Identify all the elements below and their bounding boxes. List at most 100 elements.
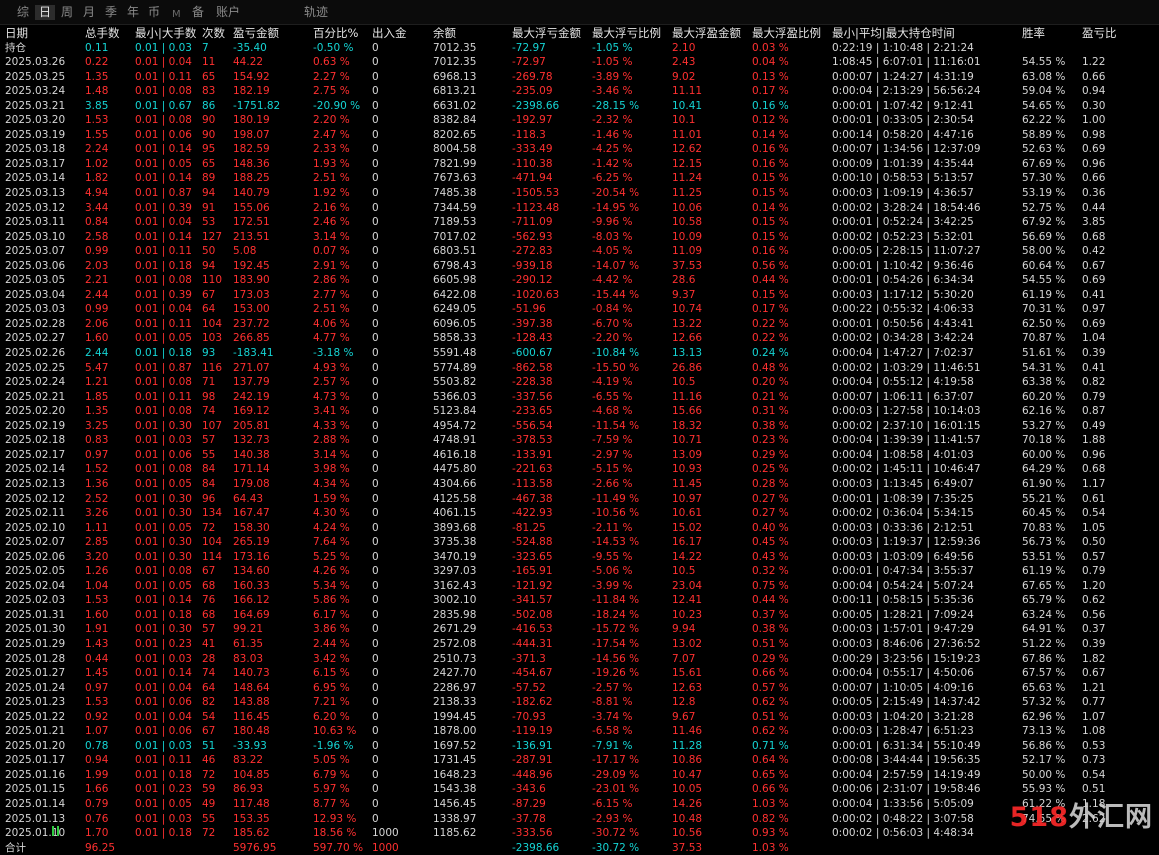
cell-min-max-lots: 0.01 | 0.05 (135, 157, 192, 170)
tab-summary[interactable]: 综 (17, 5, 29, 20)
table-row[interactable]: 2025.02.11 3.26 0.01 | 0.30 134 167.47 4.30 %… (0, 506, 1159, 521)
table-row[interactable]: 2025.02.25 5.47 0.01 | 0.87 116 271.07 4.93 %… (0, 361, 1159, 376)
cell-balance: 2427.70 (433, 667, 477, 680)
tab-month[interactable]: 月 (83, 5, 95, 20)
table-row[interactable]: 2025.02.26 2.44 0.01 | 0.18 93 -183.41 -3.18 … (0, 346, 1159, 361)
table-row[interactable]: 2025.01.28 0.44 0.01 | 0.03 28 83.03 3.42 % 0 2… (0, 652, 1159, 667)
table-row[interactable]: 2025.03.25 1.35 0.01 | 0.11 65 154.92 2.27 % 0… (0, 70, 1159, 85)
table-row[interactable]: 2025.01.14 0.79 0.01 | 0.05 49 117.48 8.77 % 0… (0, 797, 1159, 812)
table-row[interactable]: 2025.03.04 2.44 0.01 | 0.39 67 173.03 2.77 % 0… (0, 288, 1159, 303)
tab-trajectory[interactable]: 轨迹 (304, 5, 328, 20)
col-header-win-rate[interactable]: 胜率 (1017, 26, 1077, 41)
cell-percent: 6.79 % (313, 768, 350, 781)
cell-max-floating-loss: -862.58 (512, 361, 553, 374)
table-row[interactable]: 2025.03.14 1.82 0.01 | 0.14 89 188.25 2.51 % 0… (0, 171, 1159, 186)
table-row[interactable]: 2025.03.17 1.02 0.01 | 0.05 65 148.36 1.93 % 0… (0, 157, 1159, 172)
table-row[interactable]: 2025.02.03 1.53 0.01 | 0.14 76 166.12 5.86 % 0… (0, 593, 1159, 608)
tab-m[interactable]: M (172, 7, 181, 22)
tab-notes[interactable]: 备 (192, 5, 204, 20)
table-row[interactable]: 2025.02.20 1.35 0.01 | 0.08 74 169.12 3.41 % 0… (0, 404, 1159, 419)
table-row[interactable]: 2025.01.17 0.94 0.01 | 0.11 46 83.22 5.05 % 0 1… (0, 753, 1159, 768)
table-row[interactable]: 2025.01.15 1.66 0.01 | 0.23 59 86.93 5.97 % 0 1… (0, 782, 1159, 797)
col-header-profit-factor[interactable]: 盈亏比 (1077, 26, 1159, 41)
table-row[interactable]: 2025.02.17 0.97 0.01 | 0.06 55 140.38 3.14 % 0… (0, 448, 1159, 463)
table-row[interactable]: 2025.01.13 0.76 0.01 | 0.03 55 153.35 12.93 %… (0, 812, 1159, 827)
cell-win-rate: 67.86 % (1022, 652, 1066, 665)
table-row[interactable]: 2025.01.10 1.70 0.01 | 0.18 72 185.62 18.56 %… (0, 826, 1159, 841)
table-row[interactable]: 2025.01.16 1.99 0.01 | 0.18 72 104.85 6.79 % 0… (0, 768, 1159, 783)
tab-week[interactable]: 周 (61, 5, 73, 20)
col-header-max-floating-profit[interactable]: 最大浮盈金额 (667, 26, 747, 41)
table-row[interactable]: 2025.01.23 1.53 0.01 | 0.06 82 143.88 7.21 % 0… (0, 695, 1159, 710)
col-header-max-floating-profit-ratio[interactable]: 最大浮盈比例 (747, 26, 827, 41)
table-row[interactable]: 2025.03.20 1.53 0.01 | 0.08 90 180.19 2.20 % 0… (0, 113, 1159, 128)
cell-pnl: 173.16 (233, 550, 270, 563)
table-row[interactable]: 2025.02.12 2.52 0.01 | 0.30 96 64.43 1.59 % 0 4… (0, 492, 1159, 507)
table-row[interactable]: 2025.02.14 1.52 0.01 | 0.08 84 171.14 3.98 % 0… (0, 462, 1159, 477)
col-header-date[interactable]: 日期 (0, 26, 80, 41)
tab-quarter[interactable]: 季 (105, 5, 117, 20)
col-header-holding-time[interactable]: 最小|平均|最大持仓时间 (827, 26, 1017, 41)
tab-currency[interactable]: 币 (148, 5, 160, 20)
col-header-min-max-lots[interactable]: 最小|大手数 (130, 26, 197, 41)
table-row[interactable]: 2025.03.21 3.85 0.01 | 0.67 86 -1751.82 -20.9… (0, 99, 1159, 114)
table-row[interactable]: 2025.03.03 0.99 0.01 | 0.04 64 153.00 2.51 % 0… (0, 302, 1159, 317)
table-row[interactable]: 2025.03.13 4.94 0.01 | 0.87 94 140.79 1.92 % 0… (0, 186, 1159, 201)
cell-max-floating-profit-ratio: 0.14 % (752, 128, 789, 141)
table-row[interactable]: 2025.03.11 0.84 0.01 | 0.04 53 172.51 2.46 % 0… (0, 215, 1159, 230)
table-row[interactable]: 2025.01.29 1.43 0.01 | 0.23 41 61.35 2.44 % 0 2… (0, 637, 1159, 652)
cell-max-floating-profit-ratio: 0.66 % (752, 667, 789, 680)
holding-row[interactable]: 持仓 0.11 0.01 | 0.03 7 -35.40 -0.50 % 0 7… (0, 41, 1159, 56)
table-row[interactable]: 2025.01.30 1.91 0.01 | 0.30 57 99.21 3.86 % 0 2… (0, 622, 1159, 637)
col-header-balance[interactable]: 余额 (428, 26, 507, 41)
tab-account[interactable]: 账户 (216, 5, 240, 20)
table-row[interactable]: 2025.02.07 2.85 0.01 | 0.30 104 265.19 7.64 %… (0, 535, 1159, 550)
cell-max-floating-loss-ratio: -0.84 % (592, 303, 633, 316)
table-row[interactable]: 2025.03.10 2.58 0.01 | 0.14 127 213.51 3.14 %… (0, 230, 1159, 245)
table-row[interactable]: 2025.03.18 2.24 0.01 | 0.14 95 182.59 2.33 % 0… (0, 142, 1159, 157)
col-header-max-floating-loss[interactable]: 最大浮亏金额 (507, 26, 587, 41)
col-header-percent[interactable]: 百分比% (308, 26, 367, 41)
table-row[interactable]: 2025.02.10 1.11 0.01 | 0.05 72 158.30 4.24 % 0… (0, 521, 1159, 536)
table-row[interactable]: 2025.02.27 1.60 0.01 | 0.05 103 266.85 4.77 %… (0, 331, 1159, 346)
table-row[interactable]: 2025.01.24 0.97 0.01 | 0.04 64 148.64 6.95 % 0… (0, 681, 1159, 696)
table-row[interactable]: 2025.03.05 2.21 0.01 | 0.08 110 183.90 2.86 %… (0, 273, 1159, 288)
col-header-count[interactable]: 次数 (197, 26, 228, 41)
cell-count: 54 (202, 710, 216, 723)
table-row[interactable]: 2025.01.22 0.92 0.01 | 0.04 54 116.45 6.20 % 0… (0, 710, 1159, 725)
cell-max-floating-profit: 7.07 (672, 652, 696, 665)
col-header-max-floating-loss-ratio[interactable]: 最大浮亏比例 (587, 26, 667, 41)
cell-max-floating-profit-ratio: 0.16 % (752, 143, 789, 156)
tab-year[interactable]: 年 (127, 5, 139, 20)
table-row[interactable]: 2025.01.20 0.78 0.01 | 0.03 51 -33.93 -1.96 %… (0, 739, 1159, 754)
table-row[interactable]: 2025.01.27 1.45 0.01 | 0.14 74 140.73 6.15 % 0… (0, 666, 1159, 681)
col-header-total-lots[interactable]: 总手数 (80, 26, 130, 41)
cell-max-floating-profit-ratio: 0.64 % (752, 754, 789, 767)
cell-count: 90 (202, 128, 216, 141)
table-row[interactable]: 2025.03.24 1.48 0.01 | 0.08 83 182.19 2.75 % 0… (0, 84, 1159, 99)
table-row[interactable]: 2025.02.05 1.26 0.01 | 0.08 67 134.60 4.26 % 0… (0, 564, 1159, 579)
table-row[interactable]: 2025.02.19 3.25 0.01 | 0.30 107 205.81 4.33 %… (0, 419, 1159, 434)
table-row[interactable]: 2025.02.18 0.83 0.01 | 0.03 57 132.73 2.88 % 0… (0, 433, 1159, 448)
cell-count: 89 (202, 172, 216, 185)
table-row[interactable]: 2025.02.04 1.04 0.01 | 0.05 68 160.33 5.34 % 0… (0, 579, 1159, 594)
cell-max-floating-loss: -333.56 (512, 827, 553, 840)
table-row[interactable]: 2025.03.07 0.99 0.01 | 0.11 50 5.08 0.07 % 0 68… (0, 244, 1159, 259)
table-row[interactable]: 2025.03.26 0.22 0.01 | 0.04 11 44.22 0.63 % 0 7… (0, 55, 1159, 70)
table-row[interactable]: 2025.01.21 1.07 0.01 | 0.06 67 180.48 10.63 %… (0, 724, 1159, 739)
table-row[interactable]: 2025.02.06 3.20 0.01 | 0.30 114 173.16 5.25 %… (0, 550, 1159, 565)
table-row[interactable]: 2025.02.28 2.06 0.01 | 0.11 104 237.72 4.06 %… (0, 317, 1159, 332)
col-header-pnl[interactable]: 盈亏金额 (228, 26, 308, 41)
table-row[interactable]: 2025.01.31 1.60 0.01 | 0.18 68 164.69 6.17 % 0… (0, 608, 1159, 623)
col-header-deposit-withdraw[interactable]: 出入金 (367, 26, 428, 41)
table-row[interactable]: 2025.02.13 1.36 0.01 | 0.05 84 179.08 4.34 % 0… (0, 477, 1159, 492)
cell-max-floating-profit: 28.6 (672, 274, 696, 287)
table-row[interactable]: 2025.03.06 2.03 0.01 | 0.18 94 192.45 2.91 % 0… (0, 259, 1159, 274)
cell-count: 104 (202, 317, 223, 330)
table-row[interactable]: 2025.03.19 1.55 0.01 | 0.06 90 198.07 2.47 % 0… (0, 128, 1159, 143)
tab-day[interactable]: 日 (35, 5, 56, 20)
table-row[interactable]: 2025.02.21 1.85 0.01 | 0.11 98 242.19 4.73 % 0… (0, 390, 1159, 405)
table-row[interactable]: 2025.02.24 1.21 0.01 | 0.08 71 137.79 2.57 % 0… (0, 375, 1159, 390)
table-row[interactable]: 2025.03.12 3.44 0.01 | 0.39 91 155.06 2.16 % 0… (0, 201, 1159, 216)
cell-date: 2025.03.07 (5, 245, 66, 258)
